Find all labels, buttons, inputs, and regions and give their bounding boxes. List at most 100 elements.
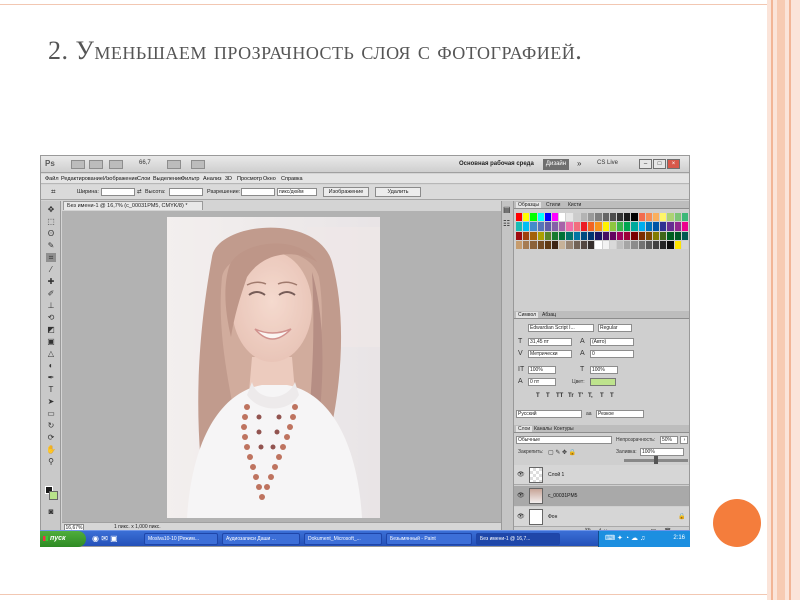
tray-icons[interactable]: ⌨ ✦ ◔ ☁ ♫ [605,534,645,542]
document-tab[interactable]: Без имени-1 @ 16,7% (с_00031РМ5, CMYK/8)… [63,201,203,210]
color-swatch[interactable] [631,240,638,249]
type-tool-icon[interactable]: T [46,385,56,394]
color-swatch[interactable] [616,231,624,240]
color-swatch[interactable] [530,240,537,249]
small-caps-button[interactable]: Tr [568,393,574,399]
arrange-documents-icon[interactable] [167,160,181,169]
language-select[interactable]: Русский [516,410,582,418]
quick-mask-icon[interactable]: ◙ [46,507,56,516]
color-swatch[interactable] [609,240,616,249]
tab-paragraph[interactable]: Абзац [542,312,556,318]
color-swatch[interactable] [566,222,573,231]
color-swatch[interactable] [516,222,523,231]
color-swatch[interactable] [573,240,580,249]
zoom-tool-icon[interactable]: ⚲ [46,457,56,466]
taskbar-item[interactable]: Аудиозаписи Даши ... [222,533,300,545]
all-caps-button[interactable]: TT [556,393,563,399]
color-swatch[interactable] [588,240,595,249]
color-swatch[interactable] [573,213,580,222]
color-swatch[interactable] [516,213,523,222]
opacity-slider-thumb[interactable] [654,456,658,464]
crop-tool-icon[interactable]: ⌗ [51,187,56,197]
color-swatch[interactable] [645,240,652,249]
crop-tool-button-icon[interactable]: ⌗ [46,253,56,262]
lasso-tool-icon[interactable]: ʘ [46,229,56,238]
swatches-grid[interactable] [516,213,688,249]
color-swatch[interactable] [660,240,667,249]
clone-stamp-tool-icon[interactable]: ⊥ [46,301,56,310]
zoom-level-readout[interactable]: 66,7 [139,160,151,166]
visibility-eye-icon[interactable]: 👁 [517,492,525,499]
color-swatch[interactable] [681,231,688,240]
antialias-select[interactable]: Резкое [596,410,644,418]
layer-name[interactable]: Фон [548,514,557,520]
tab-brushes[interactable]: Кисти [568,202,581,208]
opacity-field[interactable]: 50% [660,436,678,444]
history-brush-tool-icon[interactable]: ⟲ [46,313,56,322]
color-swatch[interactable] [588,231,595,240]
more-workspaces-chevron-icon[interactable]: » [577,159,581,168]
menu-3d[interactable]: 3D [225,176,232,182]
color-swatch[interactable] [638,240,645,249]
menu-file[interactable]: Файл [45,176,59,182]
horizontal-scale-field[interactable]: 100% [590,366,618,374]
swap-icon[interactable]: ⇄ [137,189,142,195]
baseline-shift-field[interactable]: 0 пт [528,378,556,386]
color-swatch[interactable] [638,222,645,231]
visibility-eye-icon[interactable]: 👁 [517,471,525,478]
taskbar-item-active[interactable]: Без имени-1 @ 16,7... [476,533,560,545]
color-swatch[interactable] [652,213,660,222]
color-swatch[interactable] [624,231,631,240]
superscript-button[interactable]: T' [578,393,583,399]
workspace-design-button[interactable]: Дизайн [543,159,569,170]
color-swatch[interactable] [588,222,595,231]
resolution-unit-select[interactable]: пикс/дюйм [277,188,317,196]
layer-row-selected[interactable]: 👁 с_00031РМ5 [514,486,689,506]
color-swatch[interactable] [595,231,602,240]
subscript-button[interactable]: T, [588,393,593,399]
color-swatch[interactable] [674,231,681,240]
font-size-field[interactable]: 31,45 пт [528,338,572,346]
screen-mode-icon[interactable] [191,160,205,169]
color-swatch[interactable] [544,240,552,249]
background-color-swatch[interactable] [49,491,58,500]
color-swatch[interactable] [523,240,530,249]
font-family-select[interactable]: Edwardian Script I... [528,324,594,332]
color-swatch[interactable] [516,240,523,249]
color-swatch[interactable] [660,222,667,231]
color-swatch[interactable] [559,231,566,240]
tab-channels[interactable]: Каналы [534,426,552,432]
taskbar-item[interactable]: Безымянный - Paint [386,533,472,545]
menu-help[interactable]: Справка [281,176,303,182]
tab-styles[interactable]: Стили [546,202,560,208]
color-swatch[interactable] [544,231,552,240]
layer-row[interactable]: 👁 Слой 1 [514,465,689,485]
faux-italic-button[interactable]: T [546,393,550,399]
maximize-button[interactable]: □ [653,159,666,169]
menu-window[interactable]: Окно [263,176,276,182]
tab-paths[interactable]: Контуры [554,426,574,432]
menu-layers[interactable]: Слои [137,176,150,182]
gradient-tool-icon[interactable]: ▣ [46,337,56,346]
view-extras-icon[interactable] [109,160,123,169]
color-swatch[interactable] [559,222,566,231]
color-swatch[interactable] [573,222,580,231]
healing-brush-tool-icon[interactable]: ✚ [46,277,56,286]
color-swatch[interactable] [667,240,674,249]
blur-tool-icon[interactable]: △ [46,349,56,358]
color-swatch[interactable] [580,240,588,249]
menu-view[interactable]: Просмотр [237,176,262,182]
color-swatch[interactable] [544,213,552,222]
color-swatch[interactable] [580,213,588,222]
color-swatch[interactable] [573,231,580,240]
menu-image[interactable]: Изображение [103,176,138,182]
fill-field[interactable]: 100% [640,448,684,456]
clear-button[interactable]: Удалить [375,187,421,197]
move-tool-icon[interactable]: ✥ [46,205,56,214]
cs-live-button[interactable]: CS Live [597,160,618,166]
tab-swatches[interactable]: Образцы [516,202,542,208]
faux-bold-button[interactable]: T [536,393,540,399]
color-swatch[interactable] [530,222,537,231]
hand-tool-icon[interactable]: ✋ [46,445,56,454]
menu-filter[interactable]: Фильтр [181,176,199,182]
